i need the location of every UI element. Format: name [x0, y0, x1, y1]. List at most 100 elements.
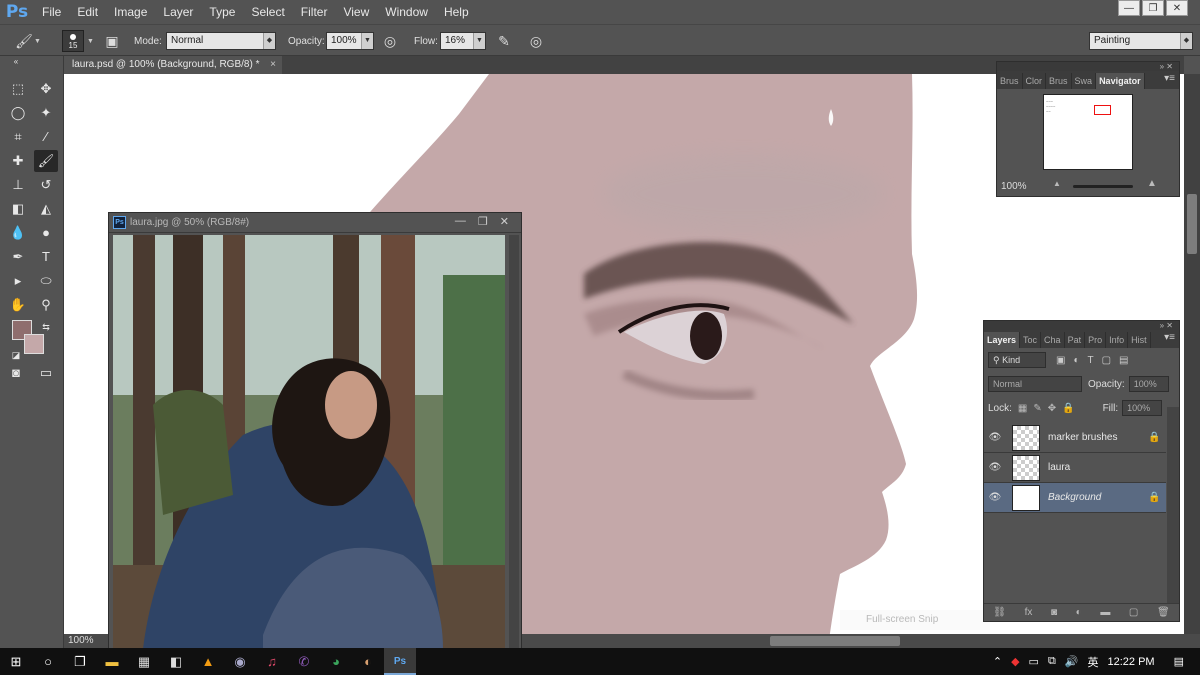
steam-icon[interactable]: ◉ [224, 648, 256, 675]
crop-tool-icon[interactable]: ⌗ [6, 126, 30, 148]
scroll-thumb[interactable] [1187, 194, 1197, 254]
tab-channels[interactable]: Cha [1041, 332, 1065, 348]
close-icon[interactable]: ✕ [500, 215, 509, 228]
eraser-icon[interactable]: ◧ [6, 198, 30, 220]
tab-brush-presets[interactable]: Brus [1046, 73, 1072, 89]
vertical-scrollbar[interactable] [1184, 74, 1200, 634]
navigator-zoom[interactable]: 100% [1001, 181, 1027, 192]
menu-layer[interactable]: Layer [155, 0, 201, 24]
antivirus-icon[interactable]: ◆ [1011, 655, 1019, 668]
layer-kind-filter[interactable]: ⚲ Kind [988, 352, 1046, 368]
mask-icon[interactable]: ◙ [1051, 607, 1057, 618]
lasso-tool-icon[interactable]: ◯ [6, 102, 30, 124]
folder-icon[interactable]: ▬ [1100, 607, 1110, 618]
menu-window[interactable]: Window [377, 0, 436, 24]
hand-tool-icon[interactable]: ✋ [6, 294, 30, 316]
history-brush-icon[interactable]: ↺ [34, 174, 58, 196]
menu-help[interactable]: Help [436, 0, 477, 24]
brush-size-picker[interactable]: 15 ▼ [62, 30, 94, 52]
tab-properties[interactable]: Pro [1085, 332, 1107, 348]
menu-file[interactable]: File [34, 0, 69, 24]
close-button[interactable]: ✕ [1166, 0, 1188, 16]
layer-row-marker-brushes[interactable]: 👁 marker brushes 🔒 [984, 423, 1166, 453]
eye-icon[interactable]: 👁 [984, 462, 1006, 473]
layer-opacity-input[interactable]: 100% [1128, 376, 1169, 392]
tab-tool-presets[interactable]: Toc [1020, 332, 1042, 348]
eye-icon[interactable]: 👁 [984, 432, 1006, 443]
panel-collapse-icon[interactable]: » ✕ [984, 321, 1179, 330]
zoom-level[interactable]: 100% [68, 634, 94, 648]
magic-wand-icon[interactable]: ✦ [34, 102, 58, 124]
clone-stamp-icon[interactable]: ⊥ [6, 174, 30, 196]
windows-start-icon[interactable]: ⊞ [0, 648, 32, 675]
task-view-icon[interactable]: ❐ [64, 648, 96, 675]
healing-brush-icon[interactable]: ✚ [6, 150, 30, 172]
move-tool-icon[interactable]: ✥ [34, 78, 58, 100]
brush-panel-toggle[interactable]: ▣ [102, 31, 122, 51]
tab-layers[interactable]: Layers [984, 332, 1021, 348]
panel-menu-icon[interactable]: ▾≡ [1164, 73, 1175, 84]
layers-scrollbar[interactable] [1167, 407, 1179, 603]
link-icon[interactable]: ⛓ [993, 607, 1006, 618]
tab-info[interactable]: Info [1106, 332, 1129, 348]
tab-color[interactable]: Clor [1023, 73, 1047, 89]
clock[interactable]: 12:22 PM [1108, 656, 1155, 668]
swap-colors-icon[interactable]: ⇆ [34, 316, 58, 338]
panel-menu-icon[interactable]: ▾≡ [1164, 332, 1175, 343]
collapse-icon[interactable]: « [4, 56, 28, 68]
opacity-input[interactable]: 100% ▼ [326, 32, 374, 50]
battery-icon[interactable]: ▭ [1029, 655, 1039, 668]
navigator-view-box[interactable] [1094, 105, 1111, 115]
network-icon[interactable]: ⧉ [1048, 655, 1056, 668]
tab-navigator[interactable]: Navigator [1096, 73, 1145, 89]
chevron-up-icon[interactable]: ⌃ [993, 655, 1002, 668]
chrome-icon[interactable]: ◕ [320, 648, 352, 675]
adjustment-icon[interactable]: ◐ [1076, 607, 1082, 618]
vlc-icon[interactable]: ▲ [192, 648, 224, 675]
brush-tool-preset[interactable]: 🖌 ▼ [14, 31, 41, 51]
menu-type[interactable]: Type [201, 0, 243, 24]
menu-filter[interactable]: Filter [293, 0, 336, 24]
lock-icons[interactable]: ▦✎✥🔒 [1018, 403, 1081, 414]
tab-history[interactable]: Hist [1128, 332, 1151, 348]
file-explorer-icon[interactable]: ▬ [96, 648, 128, 675]
minimize-button[interactable]: — [1118, 0, 1140, 16]
tab-brush[interactable]: Brus [997, 73, 1023, 89]
fx-icon[interactable]: fx [1025, 607, 1033, 618]
dodge-tool-icon[interactable]: ● [34, 222, 58, 244]
ellipse-tool-icon[interactable]: ⬭ [34, 270, 58, 292]
notifications-icon[interactable]: ▤ [1174, 655, 1184, 668]
photoshop-taskbar-icon[interactable]: Ps [384, 648, 416, 675]
paint-bucket-icon[interactable]: ◭ [34, 198, 58, 220]
eyedropper-icon[interactable]: ⁄ [34, 126, 58, 148]
itunes-icon[interactable]: ♫ [256, 648, 288, 675]
calculator-icon[interactable]: ▦ [128, 648, 160, 675]
pressure-opacity-toggle[interactable]: ◎ [380, 31, 400, 51]
navigator-zoom-slider[interactable] [1073, 185, 1133, 188]
mode-select[interactable]: Normal ◆ [166, 32, 276, 50]
tab-swatches[interactable]: Swa [1072, 73, 1097, 89]
language-icon[interactable]: 英 [1088, 654, 1099, 670]
path-selection-icon[interactable]: ▸ [6, 270, 30, 292]
search-icon[interactable]: ○ [32, 648, 64, 675]
minimize-icon[interactable]: — [455, 215, 466, 228]
tab-paths[interactable]: Pat [1065, 332, 1086, 348]
zoom-in-icon[interactable]: ▲ [1147, 178, 1157, 189]
app-icon[interactable]: ◐ [352, 648, 384, 675]
restore-icon[interactable]: ❐ [478, 215, 488, 228]
menu-edit[interactable]: Edit [69, 0, 106, 24]
workspace-select[interactable]: Painting ◆ [1089, 32, 1193, 50]
reference-image-window[interactable]: Ps laura.jpg @ 50% (RGB/8#) — ❐ ✕ [108, 212, 522, 652]
flow-input[interactable]: 16% ▼ [440, 32, 486, 50]
marquee-tool-icon[interactable]: ⬚ [6, 78, 30, 100]
blend-mode-select[interactable]: Normal [988, 376, 1082, 392]
new-layer-icon[interactable]: ▢ [1129, 607, 1138, 618]
trash-icon[interactable]: 🗑 [1157, 607, 1170, 618]
viber-icon[interactable]: ✆ [288, 648, 320, 675]
quick-mask-icon[interactable]: ◙ [4, 362, 28, 384]
menu-image[interactable]: Image [106, 0, 155, 24]
type-tool-icon[interactable]: T [34, 246, 58, 268]
store-icon[interactable]: ◧ [160, 648, 192, 675]
airbrush-toggle[interactable]: ✎ [494, 31, 514, 51]
brush-tool-icon[interactable]: 🖌 [34, 150, 58, 172]
